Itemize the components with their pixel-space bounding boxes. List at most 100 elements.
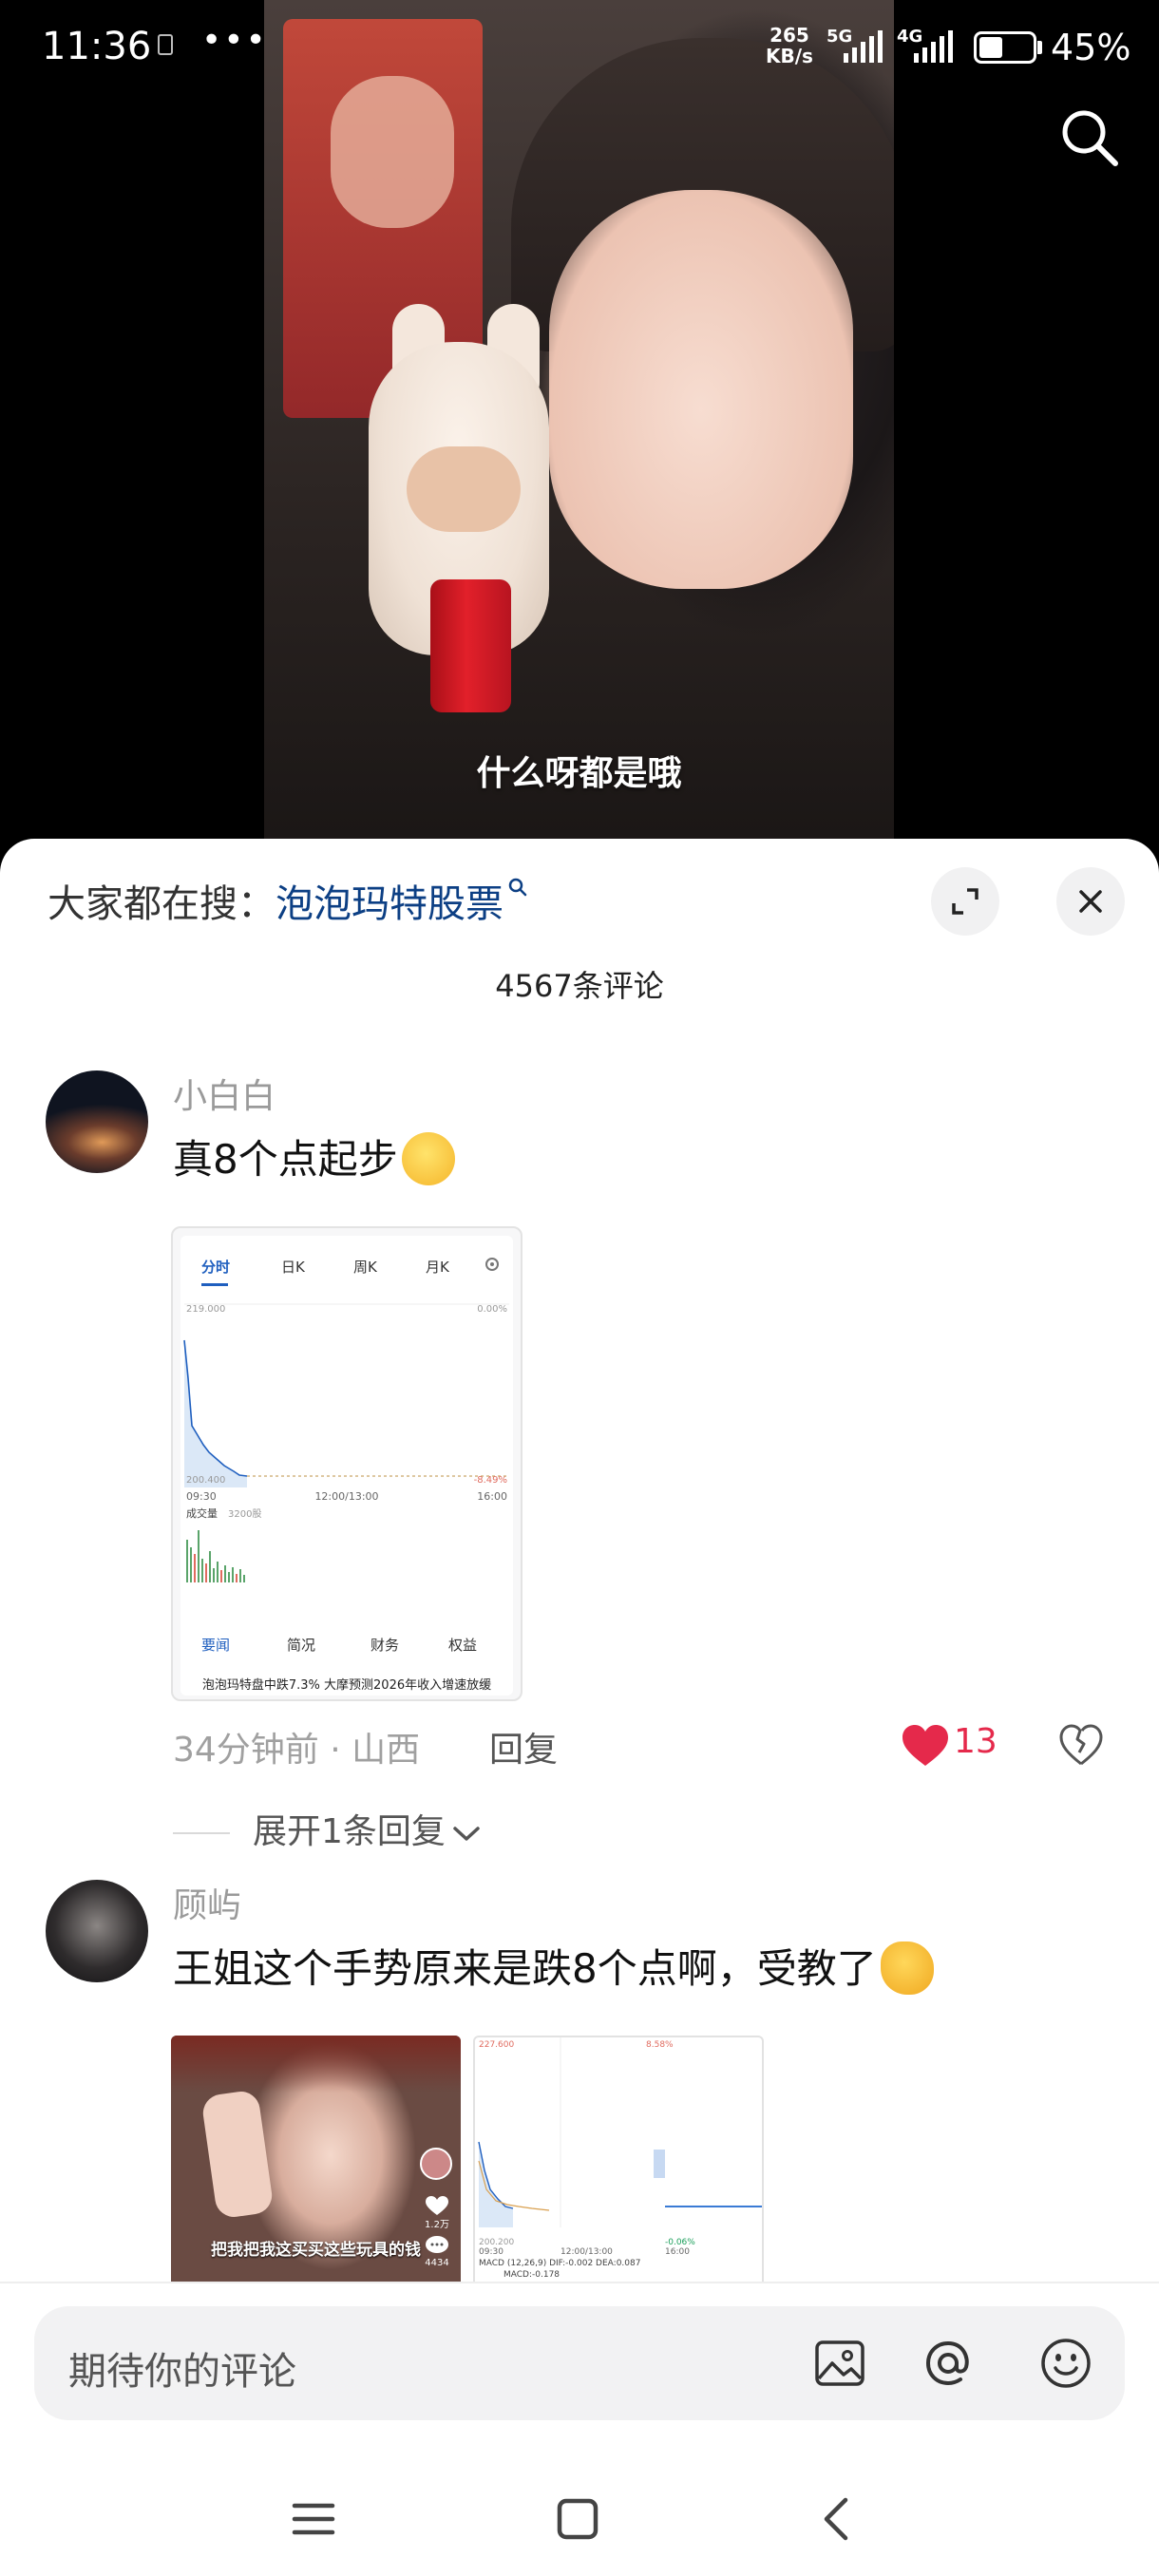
time-mid-label: 12:00/13:00 — [314, 1490, 378, 1503]
comment-sheet: 大家都在搜：泡泡玛特股票 4567条评论 小白白 真8个点起步 分时 日K 周K… — [0, 839, 1159, 2576]
video-player[interactable]: 什么呀都是哦 11:36 ••• 265 KB/s 5G 4G 45% — [0, 0, 1159, 855]
avatar[interactable] — [46, 1070, 148, 1173]
battery-fill — [979, 37, 1002, 58]
dislike-button[interactable] — [1058, 1724, 1104, 1770]
stock-bottom-tab: 要闻 — [201, 1637, 231, 1654]
expand-button[interactable] — [931, 867, 999, 936]
close-icon — [1079, 890, 1102, 913]
comment-image-stock-chart[interactable]: 227.600 8.58% 200.200 -0.06% 09:30 12:00… — [473, 2036, 764, 2320]
mention-button[interactable] — [920, 2335, 977, 2392]
pct-top-label: 0.00% — [477, 1304, 507, 1315]
network-speed-unit: KB/s — [766, 45, 813, 67]
menu-icon[interactable] — [291, 2496, 336, 2542]
emoji-icon — [1041, 2339, 1091, 2388]
video-caption: 什么呀都是哦 — [476, 754, 682, 793]
signal-5g-icon: 5G — [826, 27, 893, 63]
stock-tab: 日K — [281, 1259, 305, 1276]
comment-username[interactable]: 顾屿 — [173, 1878, 241, 1927]
comment-count: 4567条评论 — [495, 968, 664, 1004]
signal-4g-icon: 4G — [897, 27, 963, 63]
battery-percent: 45% — [1051, 27, 1131, 68]
comment-text-content: 王姐这个手势原来是跌8个点啊，受教了 — [173, 1945, 877, 1992]
stock-tab-underline — [201, 1283, 228, 1286]
crying-emoji-icon — [401, 1131, 455, 1185]
home-icon[interactable] — [555, 2496, 600, 2542]
video-person-face — [549, 190, 853, 589]
time-start-label: 09:30 — [186, 1490, 217, 1503]
comment-input-area: 期待你的评论 — [0, 2282, 1159, 2576]
emoji-button[interactable] — [1037, 2335, 1094, 2392]
at-icon — [925, 2340, 969, 2386]
thumb-macd: MACD (12,26,9) DIF:-0.002 DEA:0.087 — [479, 2259, 640, 2268]
stock-tab: 分时 — [201, 1259, 231, 1276]
status-time: 11:36 — [42, 25, 152, 68]
price-top-label: 219.000 — [186, 1304, 225, 1315]
volume-bars — [186, 1530, 245, 1582]
image-icon — [815, 2340, 864, 2386]
search-button[interactable] — [1056, 104, 1123, 171]
more-notifications-icon: ••• — [201, 21, 268, 60]
comment-username[interactable]: 小白白 — [173, 1069, 276, 1118]
thumb-pct-bottom: -0.06% — [665, 2238, 695, 2247]
clapping-hands-emoji-icon — [880, 1941, 934, 1995]
hot-search-term[interactable]: 泡泡玛特股票 — [276, 882, 504, 926]
comment-image-stock-chart[interactable]: 分时 日K 周K 月K 219.000 0.00% 200.400 -8.49% — [171, 1226, 522, 1701]
heart-icon — [426, 2196, 448, 2215]
chevron-down-icon — [453, 1827, 480, 1841]
thumb-time-start: 09:30 — [479, 2247, 504, 2257]
avatar[interactable] — [46, 1880, 148, 1982]
network-speed: 265 KB/s — [766, 25, 813, 66]
expand-replies-button[interactable]: 展开1条回复 — [173, 1804, 482, 1853]
search-icon — [1062, 110, 1118, 166]
stock-bottom-tab: 财务 — [370, 1637, 400, 1654]
comment-text: 王姐这个手势原来是跌8个点啊，受教了 — [173, 1937, 934, 1998]
hot-search-bar[interactable]: 大家都在搜：泡泡玛特股票 — [48, 873, 528, 928]
battery-tip — [1037, 41, 1042, 54]
stock-chart-thumbnail: 227.600 8.58% 200.200 -0.06% 09:30 12:00… — [478, 2037, 762, 2305]
close-button[interactable] — [1056, 867, 1125, 936]
comment-text-content: 真8个点起步 — [173, 1136, 398, 1183]
stock-intraday-chart: 219.000 0.00% 200.400 -8.49% 09:30 12:00… — [183, 1303, 509, 1582]
price-bottom-label: 200.400 — [186, 1475, 225, 1486]
stock-news-headline: 泡泡玛特盘中跌7.3% 大摩预测2026年收入增速放缓 — [201, 1678, 492, 1693]
like-button[interactable] — [901, 1724, 950, 1771]
broken-heart-icon — [1059, 1724, 1103, 1766]
settings-icon — [485, 1258, 499, 1271]
stock-bottom-tab: 权益 — [448, 1637, 478, 1654]
video-soda-can — [430, 579, 511, 712]
back-icon[interactable] — [815, 2496, 861, 2542]
comment-input-placeholder: 期待你的评论 — [68, 2350, 296, 2394]
thumb-macd-value: MACD:-0.178 — [504, 2270, 560, 2280]
comment-image-video-screenshot[interactable]: 1.2万 4434 把我把我这买买这些玩具的钱 — [171, 2036, 461, 2320]
thumb-avatar-icon — [420, 2148, 452, 2180]
time-end-label: 16:00 — [477, 1490, 507, 1503]
heart-icon — [902, 1725, 948, 1766]
comment-input[interactable]: 期待你的评论 — [34, 2306, 1125, 2420]
status-bar: 11:36 ••• 265 KB/s 5G 4G 45% — [0, 0, 1159, 95]
reply-button[interactable]: 回复 — [489, 1722, 558, 1771]
battery-icon — [974, 31, 1036, 64]
thumb-price-bottom: 200.200 — [479, 2238, 514, 2247]
image-button[interactable] — [811, 2335, 868, 2392]
stock-chart-screenshot: 分时 日K 周K 月K 219.000 0.00% 200.400 -8.49% — [180, 1236, 513, 1695]
hot-search-prefix: 大家都在搜： — [48, 882, 276, 926]
thumb-time-mid: 12:00/13:00 — [560, 2247, 613, 2257]
volume-value: 3200股 — [228, 1508, 261, 1520]
expand-replies-label: 展开1条回复 — [253, 1812, 446, 1851]
expand-icon — [952, 888, 978, 915]
divider-line — [173, 1832, 230, 1834]
stock-tab: 月K — [426, 1259, 449, 1276]
stock-tabs: 分时 日K 周K 月K — [180, 1257, 513, 1285]
thumb-caption: 把我把我这买买这些玩具的钱 — [211, 2241, 421, 2260]
sim-icon — [158, 34, 173, 55]
thumb-top-shade — [171, 2036, 461, 2093]
thumb-hand-gesture — [200, 2089, 275, 2220]
comment-text: 真8个点起步 — [173, 1127, 455, 1189]
like-count: 13 — [954, 1722, 998, 1761]
video-frame[interactable]: 什么呀都是哦 — [264, 0, 894, 855]
stock-tab: 周K — [353, 1259, 377, 1276]
thumb-price-top: 227.600 — [479, 2040, 514, 2050]
comment-meta: 34分钟前 · 山西 — [173, 1731, 421, 1770]
stock-bottom-tab: 简况 — [287, 1637, 316, 1654]
video-toy-face — [407, 446, 521, 532]
